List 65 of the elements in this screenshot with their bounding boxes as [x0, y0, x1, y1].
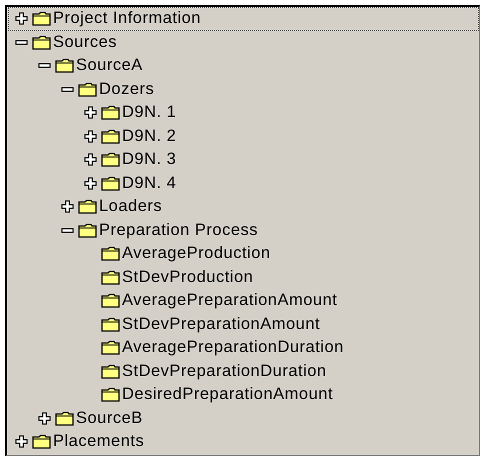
- tree-item-label: Dozers: [99, 80, 154, 99]
- folder-icon: [32, 434, 51, 450]
- tree-item[interactable]: Preparation Process: [54, 218, 479, 242]
- expand-icon[interactable]: [15, 12, 28, 26]
- folder-icon: [78, 82, 97, 97]
- tree-item-label: StDevPreparationDuration: [122, 362, 327, 381]
- tree-item[interactable]: SourceA: [31, 54, 479, 78]
- tree-item[interactable]: Dozers: [54, 78, 479, 101]
- folder-icon: [32, 34, 51, 50]
- folder-icon: [101, 293, 120, 308]
- tree-item[interactable]: AveragePreparationDuration: [77, 336, 479, 360]
- tree-item-label: AverageProduction: [122, 244, 271, 264]
- tree-item-label: AveragePreparationDuration: [122, 338, 344, 358]
- tree-item[interactable]: Project Information: [8, 7, 479, 30]
- folder-icon: [78, 222, 97, 238]
- folder-icon: [101, 246, 120, 262]
- tree-item-label: StDevProduction: [122, 268, 254, 287]
- tree-item[interactable]: Sources: [8, 30, 479, 54]
- tree-item-label: D9N. 3: [122, 150, 176, 170]
- tree-item-label: D9N. 2: [122, 126, 176, 146]
- tree-item[interactable]: StDevPreparationAmount: [77, 312, 479, 336]
- tree-item[interactable]: Placements: [8, 430, 479, 454]
- folder-icon: [101, 128, 120, 144]
- tree-item-label: AveragePreparationAmount: [122, 291, 338, 310]
- tree-item[interactable]: Loaders: [54, 195, 479, 218]
- folder-icon: [101, 340, 120, 356]
- tree-item[interactable]: D9N. 4: [77, 172, 479, 195]
- expand-icon[interactable]: [15, 435, 28, 448]
- tree-item-label: DesiredPreparationAmount: [122, 385, 334, 404]
- expand-icon[interactable]: [84, 130, 97, 143]
- tree-item[interactable]: DesiredPreparationAmount: [77, 383, 479, 406]
- tree-item-label: Placements: [53, 432, 144, 452]
- tree-item[interactable]: SourceB: [31, 406, 479, 430]
- tree-item-label: StDevPreparationAmount: [122, 314, 320, 334]
- folder-icon: [78, 199, 97, 214]
- folder-icon: [101, 364, 120, 379]
- tree-item-label: Project Information: [53, 9, 201, 28]
- tree-item[interactable]: AveragePreparationAmount: [77, 289, 479, 312]
- folder-icon: [101, 176, 120, 191]
- folder-icon: [55, 410, 74, 426]
- folder-icon: [101, 152, 120, 168]
- folder-icon: [101, 270, 120, 285]
- expand-icon[interactable]: [61, 200, 74, 214]
- folder-icon: [101, 105, 120, 120]
- expand-icon[interactable]: [84, 106, 97, 120]
- tree-item[interactable]: StDevProduction: [77, 266, 479, 289]
- tree-item[interactable]: D9N. 2: [77, 124, 479, 148]
- folder-icon: [101, 316, 120, 332]
- folder-icon: [101, 387, 120, 402]
- folder-icon: [32, 11, 51, 26]
- expand-icon[interactable]: [84, 153, 97, 166]
- tree-item-label: Preparation Process: [99, 220, 258, 240]
- tree-item-label: Sources: [53, 32, 118, 52]
- tree-item[interactable]: D9N. 1: [77, 101, 479, 124]
- tree-item[interactable]: StDevPreparationDuration: [77, 360, 479, 383]
- tree-item-label: Loaders: [99, 197, 162, 216]
- tree-item-label: D9N. 4: [122, 174, 176, 193]
- expand-icon[interactable]: [84, 176, 97, 190]
- tree-item-label: D9N. 1: [122, 103, 176, 122]
- expand-icon[interactable]: [38, 412, 51, 425]
- tree-item-label: SourceB: [76, 408, 143, 428]
- tree-item[interactable]: D9N. 3: [77, 148, 479, 172]
- tree-item-label: SourceA: [76, 56, 143, 76]
- tree-item[interactable]: AverageProduction: [77, 242, 479, 266]
- folder-icon: [55, 58, 74, 74]
